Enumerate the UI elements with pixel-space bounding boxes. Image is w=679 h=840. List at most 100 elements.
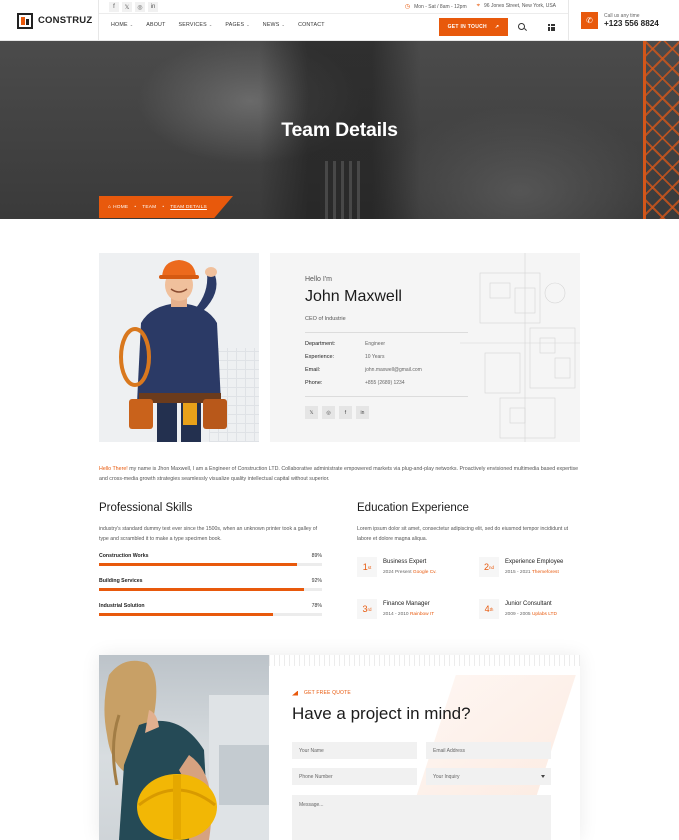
education-item: 1st Business Expert 2024 Present Google … [357,557,472,587]
profile-social-links: 𝕏 ◎ f in [305,406,369,419]
main-nav: HOME ⌄ ABOUT SERVICES ⌄ PAGES ⌄ NEWS ⌄ CONTA… [111,22,325,28]
nav-item-home[interactable]: HOME ⌄ [111,22,133,28]
quote-title: Have a project in mind? [292,704,471,723]
detail-row-experience: Experience: 10 Years [305,354,475,360]
skills-title: Professional Skills [99,502,193,514]
profile-role: CEO of Industrie [305,316,346,322]
skill-bar: Construction Works 89% [99,553,322,566]
linkedin-icon[interactable]: in [148,2,158,12]
worker-illustration [119,260,227,442]
nav-label: NEWS [262,22,280,28]
profile-greeting: Hello I'm [305,276,333,283]
hero-banner: Team Details ⌂ HOME • TEAM • TEAM DETAIL… [0,41,679,219]
rank-suffix: nd [489,564,495,570]
blueprint-decoration [460,253,580,442]
chevron-down-icon: ⌄ [281,22,286,27]
instagram-icon[interactable]: ◎ [322,406,335,419]
education-meta: 2009 - 2005 Uplabs LTD [505,612,557,617]
nav-item-services[interactable]: SERVICES ⌄ [179,22,213,28]
top-bar: f 𝕏 ◎ in ◷ Mon - Sat / 8am - 12pm ⌖ 96 Jon… [99,0,568,14]
call-box[interactable]: ✆ Call us any time +123 556 8824 [568,0,679,41]
skills-text: industry's standard dummy text ever sinc… [99,526,318,542]
nav-item-news[interactable]: NEWS ⌄ [263,22,285,28]
education-title: Education Experience [357,502,469,514]
education-org: Rainbow IT [409,612,435,617]
get-in-touch-button[interactable]: GET IN TOUCH ↗ [439,18,508,36]
x-twitter-icon[interactable]: 𝕏 [122,2,132,12]
skill-track [99,563,322,566]
skill-percent: 89% [311,553,322,559]
skill-track [99,588,322,591]
rank-suffix: th [489,606,494,612]
education-meta: 2014 - 2010 Rainbow IT [383,612,434,617]
skill-name: Industrial Solution [99,603,145,609]
address-info: ⌖ 96 Jones Street, New York, USA [477,3,556,10]
breadcrumb-home[interactable]: HOME [113,205,128,210]
nav-item-pages[interactable]: PAGES ⌄ [225,22,249,28]
education-item: 2nd Experience Employee 2015 - 2021 Them… [479,557,594,587]
grid-menu-icon[interactable] [548,24,555,31]
skill-percent: 92% [311,578,322,584]
caret-down-icon [541,775,545,778]
chevron-down-icon: ⌄ [208,22,213,27]
clock-icon: ◷ [404,4,411,10]
detail-row-phone: Phone: +855 (2689) 1234 [305,380,475,386]
rank-badge: 2nd [479,557,499,577]
divider [305,396,468,397]
inquiry-selected-value: Your Inquiry [433,773,460,780]
skill-bar: Building Services 92% [99,578,322,591]
top-social-links: f 𝕏 ◎ in [109,2,158,12]
quote-label: GET FREE QUOTE [292,690,351,696]
triangle-icon [292,690,298,696]
rank-badge: 4th [479,599,499,619]
detail-value[interactable]: john.maxwell@gmail.com [365,367,422,373]
breadcrumb: ⌂ HOME • TEAM • TEAM DETAILS [99,196,233,218]
facebook-icon[interactable]: f [339,406,352,419]
quote-label-text: GET FREE QUOTE [304,690,351,696]
phone-field[interactable]: Phone Number [292,768,417,785]
nav-label: HOME [111,22,128,28]
skill-track [99,613,322,616]
logo[interactable]: CONSTRUZ [0,0,99,41]
nav-item-contact[interactable]: CONTACT [298,22,325,28]
linkedin-icon[interactable]: in [356,406,369,419]
quote-photo [99,655,269,840]
rank-suffix: rd [367,606,372,612]
instagram-icon[interactable]: ◎ [135,2,145,12]
worker-woman-illustration [104,660,269,840]
email-field[interactable]: Email Address [426,742,551,759]
education-item: 3rd Finance Manager 2014 - 2010 Rainbow … [357,599,472,629]
message-field[interactable]: Message... [292,795,551,840]
quote-section: GET FREE QUOTE Have a project in mind? Y… [99,655,580,840]
cta-label: GET IN TOUCH [447,24,487,30]
search-icon[interactable] [518,23,525,30]
home-icon: ⌂ [108,204,112,210]
nav-label: CONTACT [298,22,325,28]
skill-name: Construction Works [99,553,149,559]
detail-row-department: Department: Engineer [305,341,475,347]
skill-fill [99,563,298,566]
x-twitter-icon[interactable]: 𝕏 [305,406,318,419]
detail-label: Department: [305,341,336,347]
education-title-text: Junior Consultant [505,601,552,607]
detail-label: Email: [305,367,321,373]
hours-info: ◷ Mon - Sat / 8am - 12pm [405,3,467,10]
arrow-up-right-icon: ↗ [494,24,500,30]
inquiry-select[interactable]: Your Inquiry [426,768,551,785]
breadcrumb-current: TEAM DETAILS [170,204,207,210]
education-org: Themeforest [531,570,559,575]
breadcrumb-team[interactable]: TEAM [142,205,156,210]
rank-suffix: st [367,564,372,570]
logo-text: CONSTRUZ [38,15,93,26]
detail-label: Experience: [305,354,335,360]
team-member-photo [99,253,259,442]
hours-text: Mon - Sat / 8am - 12pm [414,4,467,10]
name-field[interactable]: Your Name [292,742,417,759]
detail-value[interactable]: +855 (2689) 1234 [365,380,405,386]
nav-label: PAGES [225,22,245,28]
education-text: Lorem ipsum dolor sit amet, consectetur … [357,526,569,542]
facebook-icon[interactable]: f [109,2,119,12]
nav-item-about[interactable]: ABOUT [146,22,165,28]
education-org: Uplabs LTD [531,612,557,617]
logo-mark-icon [17,12,33,29]
